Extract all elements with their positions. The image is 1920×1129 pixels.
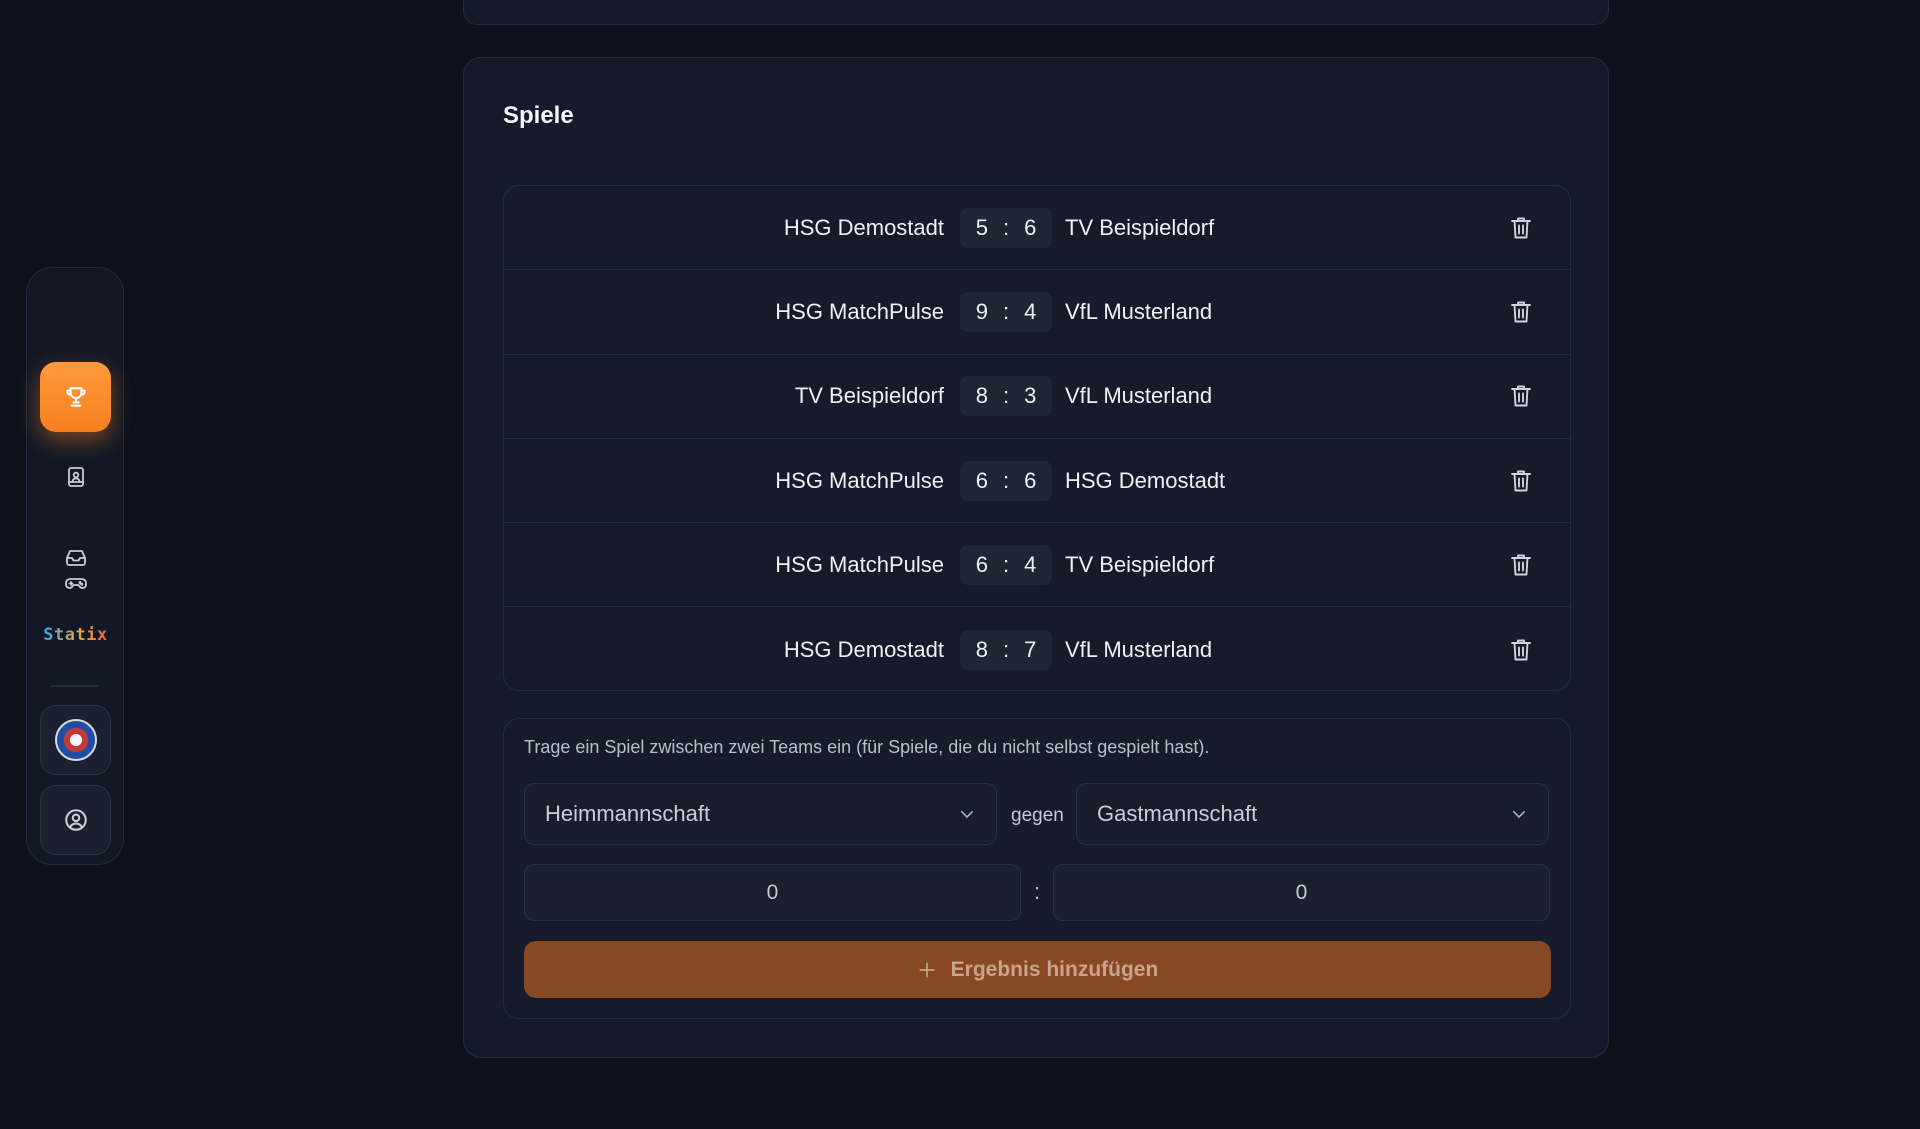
away-score: 4 — [1024, 551, 1037, 577]
delete-game-button[interactable] — [1506, 381, 1536, 411]
trash-icon — [1511, 301, 1531, 323]
delete-game-button[interactable] — [1506, 466, 1536, 496]
add-result-button[interactable]: Ergebnis hinzufügen — [524, 941, 1551, 998]
home-goals-input[interactable]: 0 — [524, 864, 1021, 921]
away-team: VfL Musterland — [1065, 383, 1213, 409]
trash-icon — [1511, 217, 1531, 239]
add-game-form: Trage ein Spiel zwischen zwei Teams ein … — [503, 718, 1571, 1019]
game-row: TV Beispieldorf 8 : 3 VfL Musterland — [504, 355, 1570, 439]
contact-book-icon — [67, 467, 84, 487]
trash-icon — [1511, 554, 1531, 576]
versus-label: gegen — [1011, 805, 1064, 826]
trash-icon — [1511, 470, 1531, 491]
home-team: HSG MatchPulse — [775, 551, 944, 577]
statix-logo: Statix — [43, 625, 108, 645]
sidebar-nav: Statix — [26, 267, 124, 865]
home-score: 8 — [975, 636, 988, 662]
user-circle-icon — [64, 809, 87, 831]
home-team-select[interactable]: Heimmannschaft — [524, 783, 997, 845]
sidebar-item-contacts[interactable] — [40, 442, 111, 512]
away-score: 6 — [1024, 214, 1037, 240]
home-score: 5 — [975, 214, 988, 240]
away-team: TV Beispieldorf — [1065, 551, 1215, 577]
game-row: HSG MatchPulse 6 : 6 HSG Demostadt — [504, 439, 1570, 524]
score-separator: : — [1002, 551, 1010, 577]
inbox-icon — [65, 550, 86, 566]
trash-icon — [1511, 639, 1531, 661]
profile-button[interactable] — [40, 785, 111, 855]
home-score: 6 — [975, 467, 988, 493]
sidebar-item-statix[interactable]: Statix — [40, 600, 111, 670]
delete-game-button[interactable] — [1506, 297, 1536, 327]
delete-game-button[interactable] — [1506, 213, 1536, 243]
score-box: 8 : 3 — [960, 376, 1052, 417]
away-goals-input[interactable]: 0 — [1053, 864, 1550, 921]
sidebar-divider — [51, 685, 99, 687]
score-box: 8 : 7 — [960, 629, 1052, 670]
score-box: 6 : 6 — [960, 460, 1052, 501]
form-hint: Trage ein Spiel zwischen zwei Teams ein … — [524, 737, 1210, 757]
away-team-select[interactable]: Gastmannschaft — [1076, 783, 1549, 845]
games-list: HSG Demostadt 5 : 6 TV Beispieldorf HSG … — [503, 185, 1571, 691]
away-team: VfL Musterland — [1065, 636, 1213, 662]
trophy-icon — [65, 387, 86, 407]
home-team: HSG MatchPulse — [775, 467, 944, 493]
away-score: 4 — [1024, 298, 1037, 324]
home-score: 6 — [975, 551, 988, 577]
away-team: HSG Demostadt — [1065, 467, 1226, 493]
add-result-label: Ergebnis hinzufügen — [950, 957, 1159, 981]
score-separator: : — [1002, 636, 1010, 662]
plus-icon — [917, 960, 937, 980]
away-score: 3 — [1024, 383, 1037, 409]
home-team-select-value: Heimmannschaft — [545, 801, 711, 826]
score-box: 9 : 4 — [960, 291, 1052, 332]
game-row: HSG Demostadt 8 : 7 VfL Musterland — [504, 607, 1570, 690]
away-team-select-value: Gastmannschaft — [1097, 801, 1258, 826]
score-separator: : — [1002, 298, 1010, 324]
away-team: TV Beispieldorf — [1065, 214, 1215, 240]
sidebar-item-tournament[interactable] — [40, 362, 111, 432]
away-score: 6 — [1024, 467, 1037, 493]
home-team: HSG MatchPulse — [775, 298, 944, 324]
previous-card — [463, 0, 1609, 25]
delete-game-button[interactable] — [1506, 635, 1536, 665]
games-card: Spiele HSG Demostadt 5 : 6 TV Beispieldo… — [463, 57, 1609, 1058]
game-row: HSG Demostadt 5 : 6 TV Beispieldorf — [504, 186, 1570, 271]
away-team: VfL Musterland — [1065, 298, 1213, 324]
section-title: Spiele — [503, 102, 574, 129]
score-box: 6 : 4 — [960, 544, 1052, 585]
home-team: HSG Demostadt — [783, 636, 944, 662]
score-box: 5 : 6 — [960, 207, 1052, 248]
game-row: HSG MatchPulse 6 : 4 TV Beispieldorf — [504, 523, 1570, 608]
score-separator: : — [1002, 467, 1010, 493]
home-score: 8 — [975, 383, 988, 409]
team-avatar-button[interactable] — [40, 705, 111, 775]
away-score: 7 — [1024, 636, 1037, 662]
chevron-down-icon — [1513, 811, 1525, 818]
home-team: HSG Demostadt — [783, 214, 944, 240]
sidebar-item-inbox[interactable] — [40, 522, 111, 592]
team-avatar — [54, 719, 97, 761]
score-separator: : — [1002, 383, 1010, 409]
delete-game-button[interactable] — [1506, 550, 1536, 580]
home-score: 9 — [975, 298, 988, 324]
chevron-down-icon — [961, 811, 973, 818]
goals-separator: : — [1034, 879, 1041, 904]
score-separator: : — [1002, 214, 1010, 240]
game-row: HSG MatchPulse 9 : 4 VfL Musterland — [504, 270, 1570, 355]
trash-icon — [1511, 385, 1531, 407]
home-team: TV Beispieldorf — [794, 383, 944, 409]
